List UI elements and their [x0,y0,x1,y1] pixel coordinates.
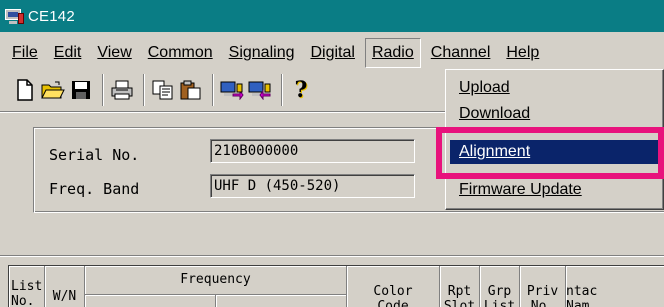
help-icon[interactable]: ? [288,77,314,103]
paste-icon[interactable] [178,77,204,103]
print-icon[interactable] [109,77,135,103]
serial-label: Serial No. [49,146,140,164]
menu-bar: File Edit View Common Signaling Digital … [0,36,664,69]
upload-icon[interactable] [219,77,245,103]
menu-view[interactable]: View [91,38,137,68]
panel-divider [0,255,664,257]
col-list-no[interactable]: List No. [9,266,45,307]
menu-radio[interactable]: Radio [364,37,421,68]
menu-edit[interactable]: Edit [48,38,88,68]
menu-help[interactable]: Help [500,38,545,68]
menu-digital[interactable]: Digital [304,38,360,68]
new-file-icon[interactable] [12,77,38,103]
title-bar: CE142 [0,0,664,32]
channel-table: List No. W/N Frequency Color Code Rpt Sl… [8,265,664,307]
app-icon[interactable] [4,7,26,25]
freq-band-field: UHF D (450-520) [210,174,415,198]
alignment-callout-highlight [436,127,664,179]
col-color-code[interactable]: Color Code [347,266,440,307]
open-folder-icon[interactable] [40,77,66,103]
window-title: CE142 [28,7,75,25]
menu-file[interactable]: File [6,38,44,68]
col-contact-name[interactable]: ntac Nam [566,266,664,307]
col-priv-no[interactable]: Priv No. [520,266,566,307]
col-frequency-rx[interactable] [85,295,216,307]
col-frequency[interactable]: Frequency [85,266,347,295]
download-icon[interactable] [247,77,273,103]
col-frequency-tx[interactable] [216,295,347,307]
toolbar: ? [8,72,322,108]
menu-item-firmware-update[interactable]: Firmware Update [450,178,661,202]
menu-signaling[interactable]: Signaling [223,38,301,68]
serial-number-field: 210B000000 [210,139,415,163]
col-rpt-slot[interactable]: Rpt Slot [440,266,480,307]
menu-common[interactable]: Common [142,38,219,68]
freq-band-label: Freq. Band [49,180,140,198]
menu-channel[interactable]: Channel [425,38,497,68]
copy-icon[interactable] [150,77,176,103]
menu-item-upload[interactable]: Upload [450,76,661,100]
save-disk-icon[interactable] [68,77,94,103]
menu-item-download[interactable]: Download [450,102,661,126]
col-grp-list[interactable]: Grp List [480,266,520,307]
col-wn[interactable]: W/N [45,266,85,307]
